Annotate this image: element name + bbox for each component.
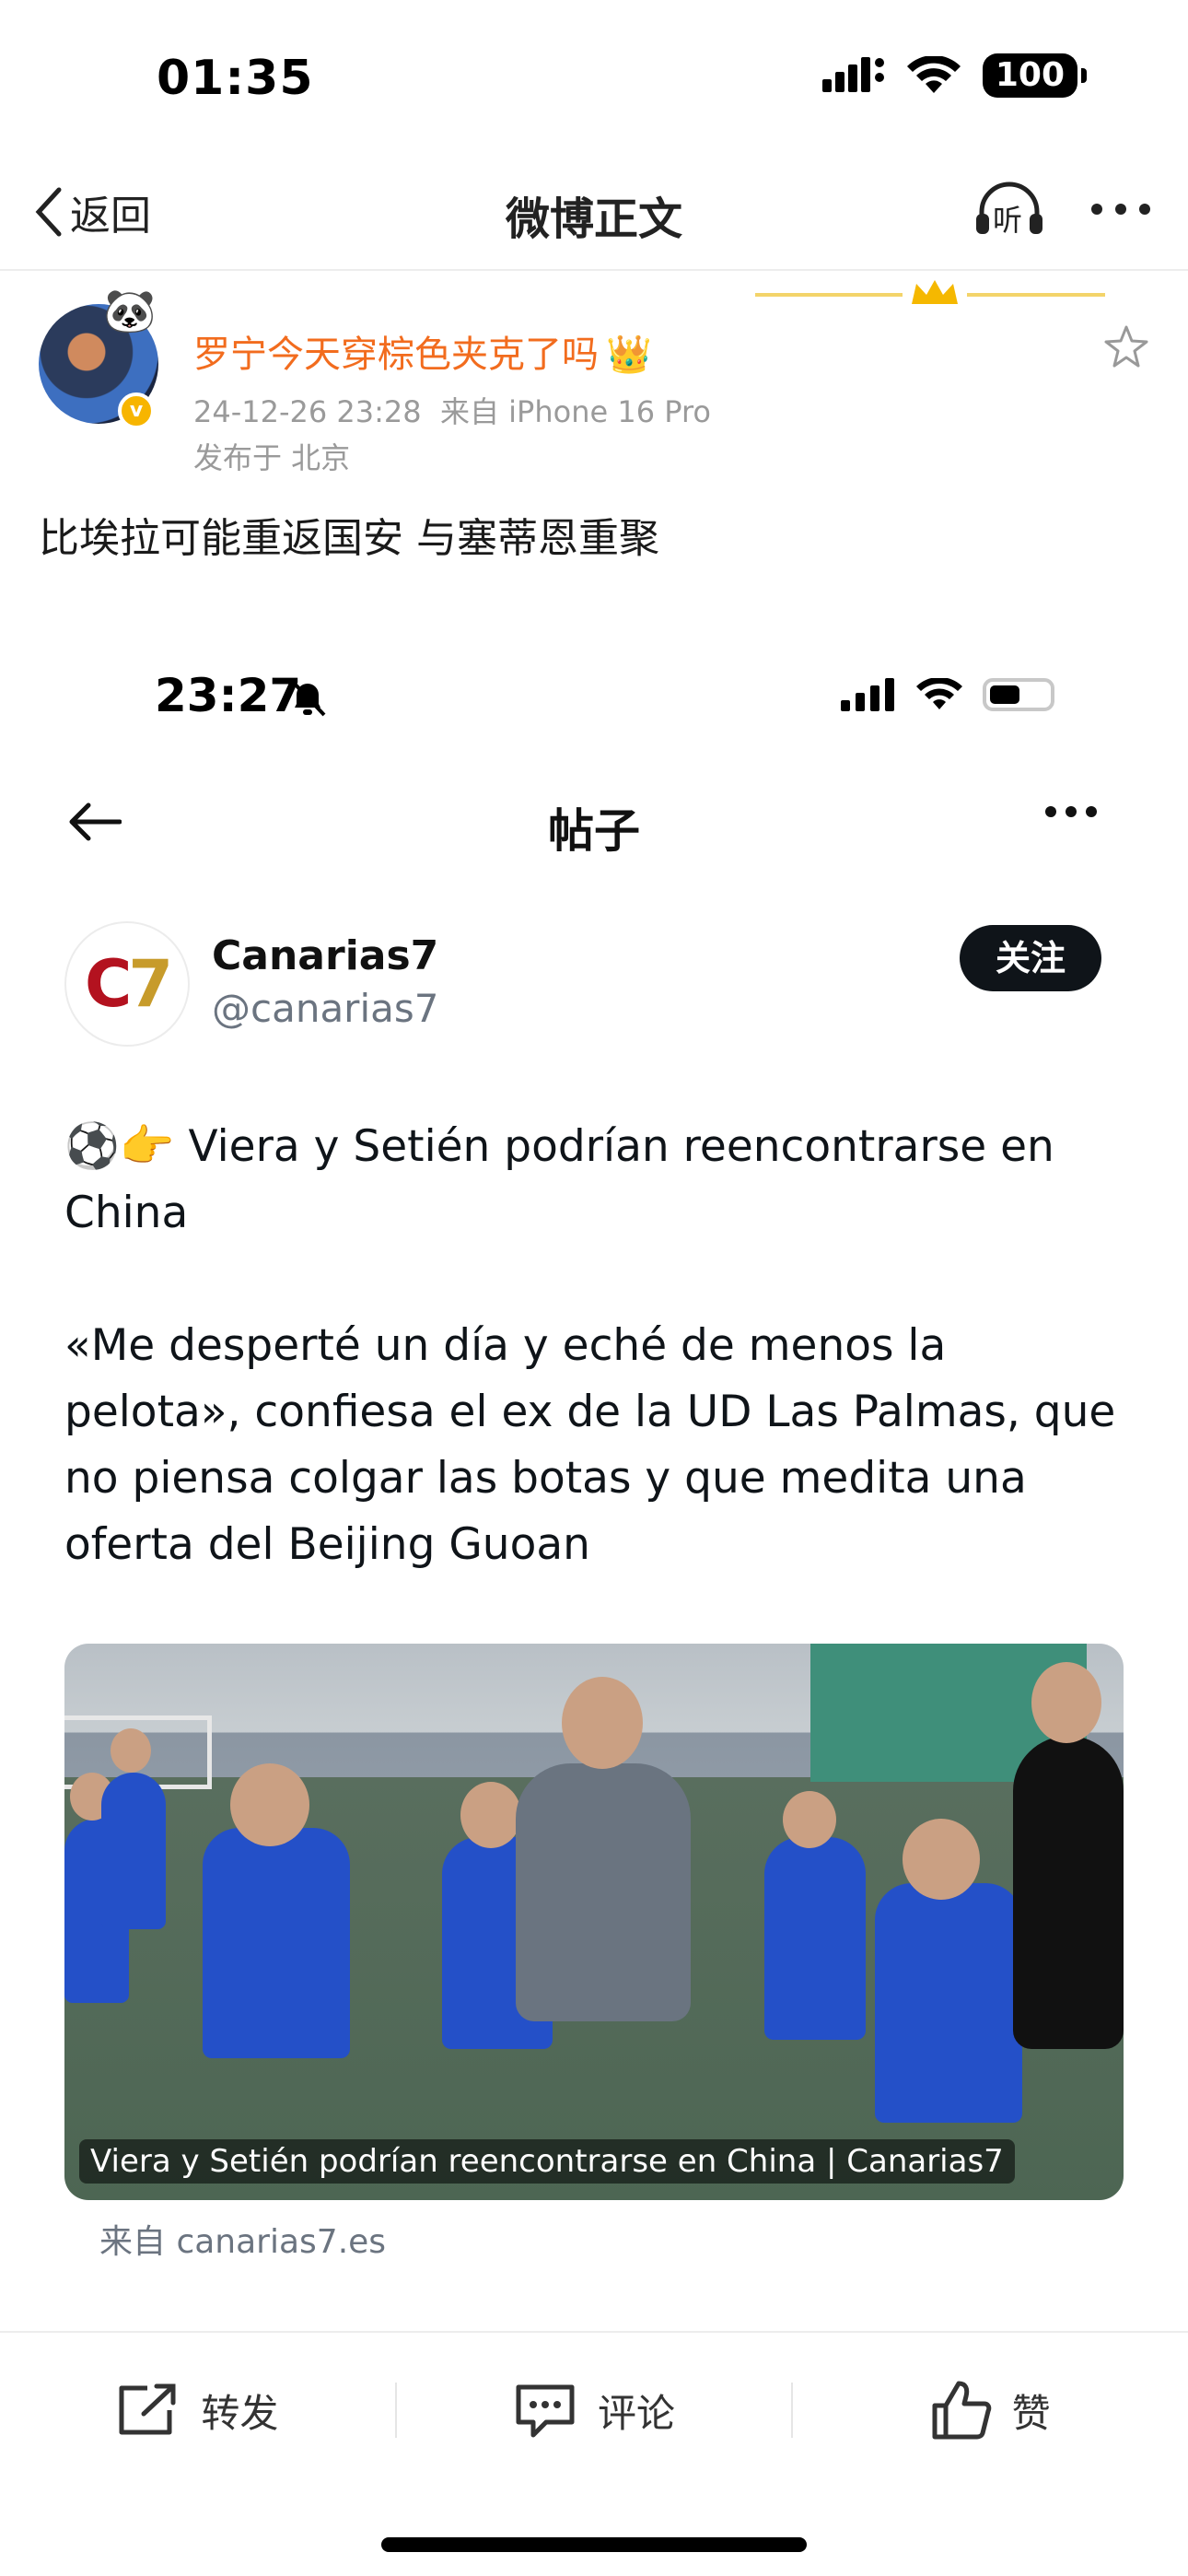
account-name[interactable]: Canarias7: [212, 932, 438, 979]
link-source[interactable]: 来自 canarias7.es: [99, 2215, 386, 2263]
nav-actions: 听: [974, 181, 1151, 238]
crown-badge-icon: 👑: [606, 334, 652, 376]
battery-cap: [1081, 67, 1087, 83]
listen-button[interactable]: 听: [974, 181, 1044, 238]
status-icons: 100: [821, 53, 1087, 98]
comment-button[interactable]: 评论: [397, 2333, 792, 2488]
comment-icon: [516, 2384, 575, 2438]
thumbs-up-icon: [932, 2381, 991, 2440]
canarias7-logo[interactable]: C7: [64, 921, 190, 1047]
post-source: 来自 iPhone 16 Pro: [439, 394, 712, 429]
home-indicator: [381, 2537, 807, 2552]
like-label: 赞: [1011, 2390, 1051, 2436]
status-time: 01:35: [157, 51, 314, 106]
photo-head: [783, 1791, 836, 1848]
bell-muted-icon: [289, 678, 326, 717]
embedded-screenshot[interactable]: 23:27 帖子 C7 Canarias7 @canarias7 关注 ⚽👉 V…: [0, 645, 1188, 2313]
panda-badge-icon: 🐼: [103, 286, 157, 335]
tweet-line-2: «Me desperté un día y eché de menos la p…: [64, 1320, 1116, 1570]
status-bar: 01:35 100: [0, 0, 1188, 157]
photo-coach: [1013, 1736, 1124, 2049]
listen-label: 听: [993, 203, 1023, 238]
photo-kid: [875, 1883, 1022, 2123]
top-nav-bar: 返回 微博正文 听: [0, 157, 1188, 271]
signal-icon: [821, 56, 884, 92]
comment-label: 评论: [598, 2390, 676, 2436]
photo-head: [460, 1782, 521, 1848]
post-location: 发布于 北京: [193, 440, 351, 475]
embedded-more-icon[interactable]: [1044, 805, 1098, 818]
account-handle: @canarias7: [212, 986, 439, 1031]
repost-label: 转发: [201, 2390, 279, 2436]
photo-kid: [764, 1837, 866, 2040]
logo-digit-7: 7: [128, 946, 173, 1022]
verified-badge-icon: v: [118, 392, 155, 429]
tweet-headline: Viera y Setién podrían reencontrarse en …: [64, 1121, 1054, 1238]
more-icon[interactable]: [1090, 203, 1151, 216]
crown-decoration-icon: [755, 280, 1105, 304]
embedded-title: 帖子: [548, 804, 640, 858]
photo-kid: [101, 1773, 166, 1929]
photo-kid: [203, 1828, 350, 2058]
wifi-icon: [906, 55, 961, 93]
photo-head: [562, 1677, 643, 1769]
username-text: 罗宁今天穿棕色夹克了吗: [193, 334, 599, 376]
post-meta: 24-12-26 23:28 来自 iPhone 16 Pro: [193, 389, 711, 431]
photo-head: [1031, 1662, 1101, 1743]
bottom-toolbar: 转发 评论 赞: [0, 2331, 1188, 2488]
follow-button[interactable]: 关注: [960, 925, 1101, 991]
post-header: 🐼 v 罗宁今天穿棕色夹克了吗 👑 24-12-26 23:28 来自 iPhon…: [0, 276, 1188, 498]
repost-button[interactable]: 转发: [0, 2333, 395, 2488]
photo-caption: Viera y Setién podrían reencontrarse en …: [79, 2139, 1015, 2184]
embedded-signal-icon: [841, 678, 894, 711]
embedded-status-icons: [841, 678, 1054, 711]
favorite-star-icon[interactable]: [1103, 324, 1149, 370]
battery-indicator: 100: [982, 53, 1077, 98]
share-icon: [119, 2383, 176, 2435]
photo-head: [903, 1819, 980, 1900]
photo-man: [516, 1763, 691, 2021]
post-text: 比埃拉可能重返国安 与塞蒂恩重聚: [39, 515, 659, 562]
embedded-status-time: 23:27: [155, 669, 302, 722]
tweet-line-1: ⚽👉 Viera y Setién podrían reencontrarse …: [64, 1113, 1124, 1247]
username[interactable]: 罗宁今天穿棕色夹克了吗 👑: [193, 324, 652, 378]
post-timestamp: 24-12-26 23:28: [193, 394, 422, 429]
tweet-body: ⚽👉 Viera y Setién podrían reencontrarse …: [64, 1113, 1124, 1645]
tweet-photo[interactable]: Viera y Setién podrían reencontrarse en …: [64, 1644, 1124, 2200]
embedded-battery-icon: [983, 678, 1054, 711]
soccer-pointing-emoji-icon: ⚽👉: [64, 1120, 175, 1172]
logo-letter-c: C: [84, 946, 132, 1022]
tweet-account: C7 Canarias7 @canarias7 关注: [0, 921, 1188, 1060]
photo-head: [111, 1728, 151, 1773]
embedded-wifi-icon: [916, 678, 962, 709]
photo-head: [230, 1763, 309, 1846]
like-button[interactable]: 赞: [793, 2333, 1188, 2488]
embedded-nav-bar: 帖子: [0, 774, 1188, 875]
